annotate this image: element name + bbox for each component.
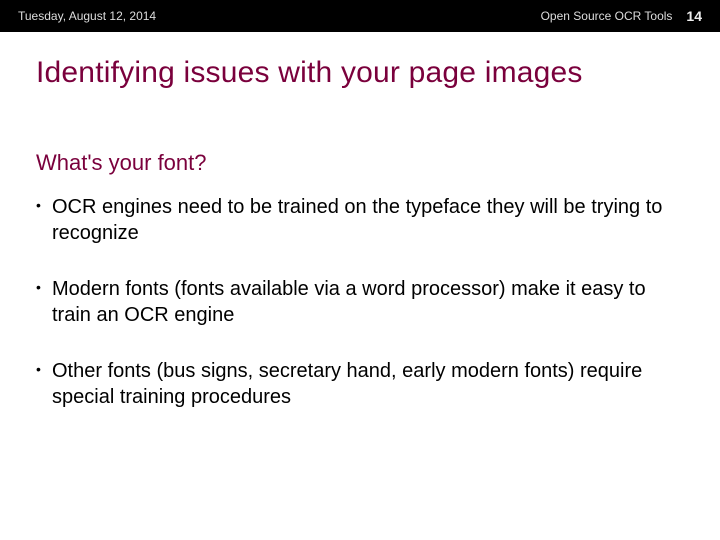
header-right: Open Source OCR Tools 14 — [541, 8, 702, 24]
list-item: Modern fonts (fonts available via a word… — [36, 276, 684, 328]
header-date: Tuesday, August 12, 2014 — [18, 9, 156, 23]
list-item: OCR engines need to be trained on the ty… — [36, 194, 684, 246]
list-item: Other fonts (bus signs, secretary hand, … — [36, 358, 684, 410]
slide-content: Identifying issues with your page images… — [0, 32, 720, 460]
header-topic: Open Source OCR Tools — [541, 9, 673, 23]
slide-subtitle: What's your font? — [36, 150, 684, 176]
slide-number: 14 — [686, 8, 702, 24]
slide-header: Tuesday, August 12, 2014 Open Source OCR… — [0, 0, 720, 32]
slide-title: Identifying issues with your page images — [36, 56, 684, 90]
bullet-list: OCR engines need to be trained on the ty… — [36, 194, 684, 410]
